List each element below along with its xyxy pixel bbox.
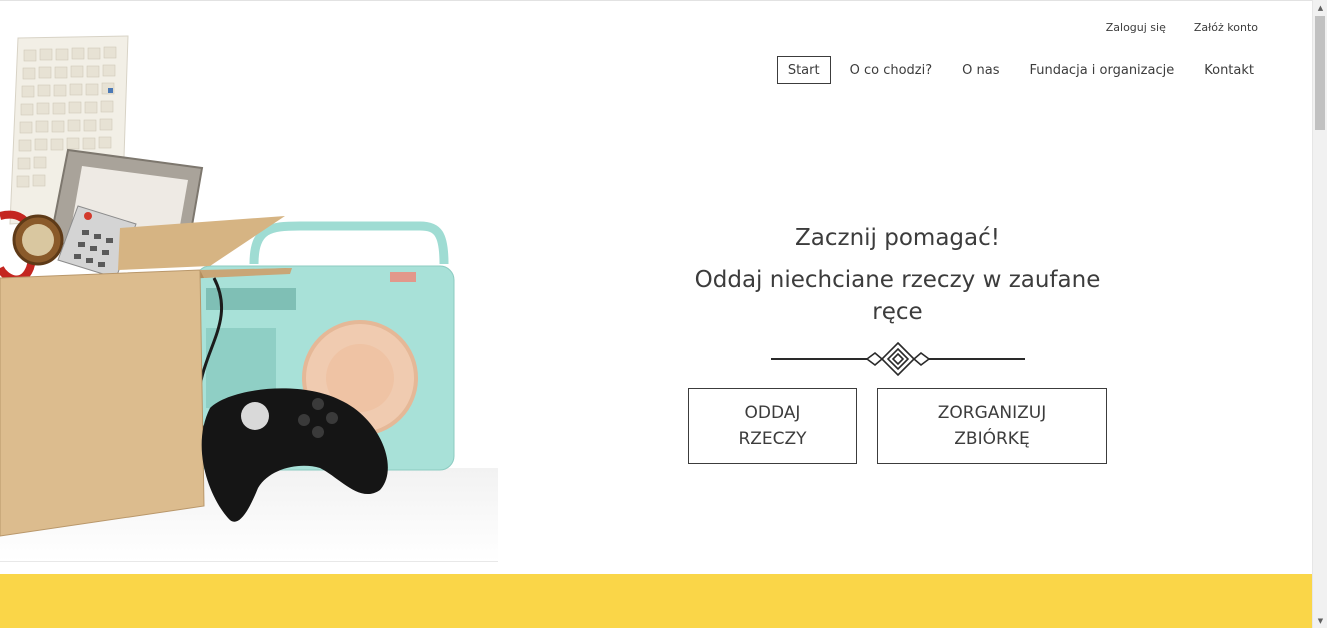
scroll-thumb[interactable] (1315, 16, 1325, 130)
auth-links: Zaloguj się Załóż konto (1106, 21, 1258, 34)
scroll-up-icon[interactable]: ▲ (1313, 0, 1327, 15)
nav-item-start[interactable]: Start (776, 56, 831, 84)
hero-section: Zacznij pomagać! Oddaj niechciane rzeczy… (670, 222, 1125, 464)
hero-image (0, 28, 498, 562)
main-nav: Start O co chodzi? O nas Fundacja i orga… (769, 56, 1265, 84)
organize-collection-label-line2: ZBIÓRKĘ (954, 429, 1030, 449)
donated-items-illustration (0, 35, 498, 561)
hero-subtitle: Oddaj niechciane rzeczy w zaufane ręce (694, 267, 1101, 325)
give-items-label-line1: ODDAJ (744, 403, 801, 423)
organize-collection-label-line1: ZORGANIZUJ (937, 403, 1047, 423)
hero-title: Zacznij pomagać! (795, 225, 1000, 251)
cta-row: ODDAJ RZECZY ZORGANIZUJ ZBIÓRKĘ (670, 388, 1125, 464)
scroll-down-icon[interactable]: ▼ (1313, 613, 1327, 628)
register-link[interactable]: Załóż konto (1194, 21, 1258, 34)
nav-item-foundations[interactable]: Fundacja i organizacje (1018, 56, 1185, 84)
page-scrollbar[interactable]: ▲ ▼ (1312, 0, 1327, 628)
nav-item-about-us[interactable]: O nas (951, 56, 1010, 84)
login-link[interactable]: Zaloguj się (1106, 21, 1166, 34)
give-items-button[interactable]: ODDAJ RZECZY (688, 388, 857, 464)
ornament-divider-icon (770, 342, 1025, 376)
give-items-label-line2: RZECZY (738, 429, 807, 449)
organize-collection-button[interactable]: ZORGANIZUJ ZBIÓRKĘ (877, 388, 1107, 464)
page: Zaloguj się Załóż konto Start O co chodz… (0, 0, 1327, 628)
yellow-stats-band (0, 574, 1312, 628)
nav-item-about-project[interactable]: O co chodzi? (839, 56, 944, 84)
nav-item-contact[interactable]: Kontakt (1193, 56, 1265, 84)
top-border (0, 0, 1312, 1)
